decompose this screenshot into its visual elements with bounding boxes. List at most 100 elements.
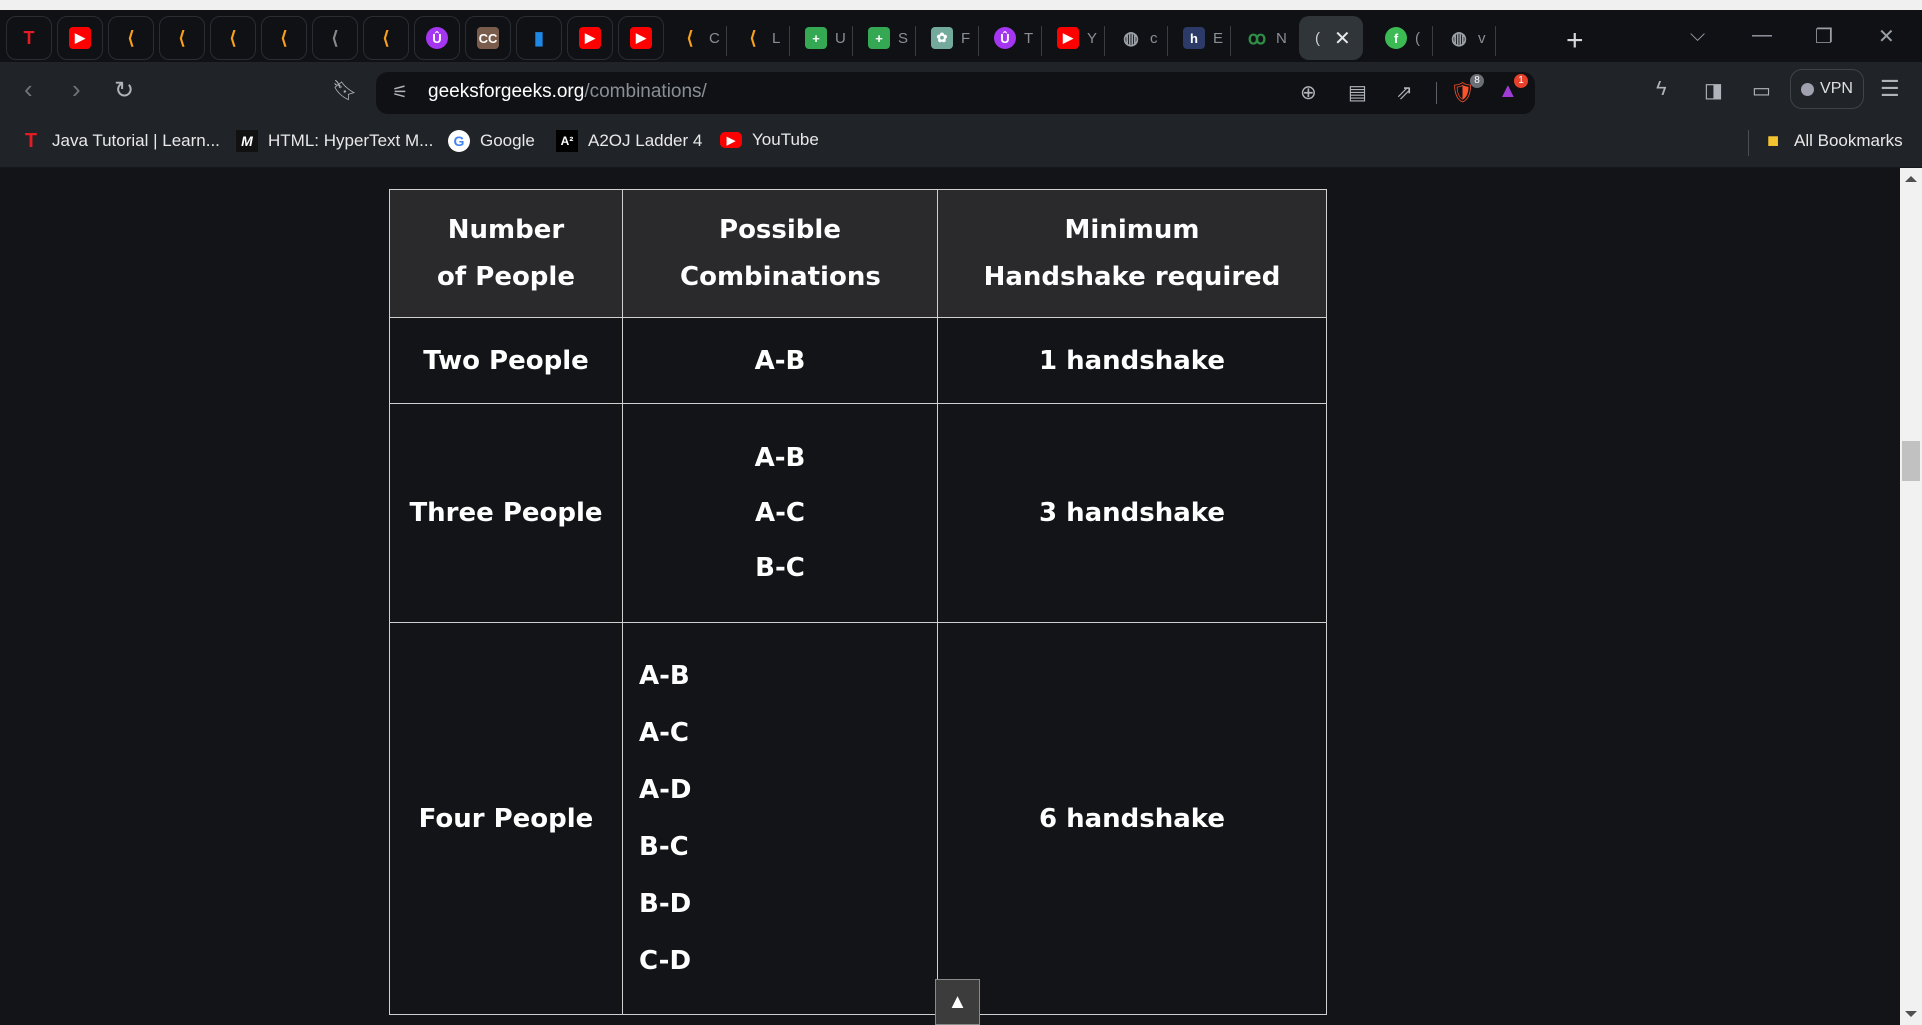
combination-item: A-D (639, 775, 692, 805)
tab[interactable]: ⟨ (363, 16, 409, 60)
tab[interactable]: + S (858, 16, 916, 60)
tab[interactable]: Û (414, 16, 460, 60)
url-path: /combinations/ (584, 81, 707, 102)
leetcode-icon: ⟨ (178, 27, 186, 48)
tab[interactable]: ▶ (567, 16, 613, 60)
tab[interactable]: f( (1375, 16, 1433, 60)
google-sheets-icon: + (868, 27, 890, 49)
wallet-icon[interactable]: ▭ (1752, 78, 1771, 103)
handshakes-cell: 3 handshake (937, 403, 1327, 623)
tab[interactable]: ⟨ (261, 16, 307, 60)
tab-search-chevron-icon[interactable]: ⌵ (1690, 24, 1705, 47)
tab[interactable]: ✿ F (921, 16, 979, 60)
table-row: Three People A-B A-C B-C 3 handshake (389, 403, 1327, 623)
tab[interactable]: ⟨ (159, 16, 205, 60)
tab[interactable]: ▶ (57, 16, 103, 60)
leetcode-icon: ⟨ (686, 27, 694, 48)
title-strip (0, 0, 1922, 10)
restore-button[interactable]: ❐ (1815, 24, 1833, 49)
header-possible-combinations: Possible Combinations (622, 189, 938, 318)
youtube-icon: ▶ (579, 27, 601, 49)
tab[interactable]: ◍ c (1110, 16, 1168, 60)
back-button[interactable]: ‹ (24, 74, 33, 105)
address-bar[interactable]: ⚟ geeksforgeeks.org/combinations/ ⊕ ▤ ⇗ … (376, 72, 1535, 114)
leetcode-icon: ⟨ (382, 27, 390, 48)
bookmark-label: Java Tutorial | Learn... (52, 131, 220, 150)
all-bookmarks-button[interactable]: ■ All Bookmarks (1762, 130, 1903, 152)
header-text: Number of People (437, 214, 575, 292)
bookmark-label: A2OJ Ladder 4 (588, 131, 703, 150)
tab-title: ( (1415, 29, 1420, 47)
bookmark-item[interactable]: M HTML: HyperText M... (236, 130, 433, 152)
zoom-icon[interactable]: ⊕ (1300, 80, 1317, 105)
scroll-up-arrow-icon[interactable] (1905, 176, 1917, 182)
close-tab-icon[interactable]: ✕ (1334, 26, 1351, 51)
close-window-button[interactable]: ✕ (1878, 24, 1895, 49)
folder-icon: ■ (1766, 129, 1780, 152)
tab[interactable]: ⟨ (312, 16, 358, 60)
bookmark-label: HTML: HyperText M... (268, 131, 434, 150)
tab[interactable]: ⟨ (210, 16, 256, 60)
bookmarks-bar: ■ All Bookmarks T Java Tutorial | Learn..… (0, 118, 1922, 168)
bookmark-page-icon[interactable]: 🔖︎ (332, 78, 357, 103)
tab[interactable]: ꝏN (1236, 16, 1294, 60)
globe-icon: ◍ (1451, 27, 1467, 48)
combination-item: C-D (639, 946, 692, 976)
vpn-button[interactable]: VPN (1790, 69, 1864, 109)
udemy-icon: Û (994, 27, 1016, 49)
globe-icon: ◍ (1123, 27, 1139, 48)
menu-icon[interactable]: ☰ (1880, 76, 1900, 102)
leo-ai-icon[interactable]: ϟ (1656, 78, 1667, 101)
tab-strip: + ⌵ — ❐ ✕ T ▶ ⟨ ⟨ ⟨ ⟨ ⟨ ⟨ Û CC ▮ ▶ ▶ ⟨ C ⟨ L + U + S ✿ F Û T ▶ Y ◍ c… (0, 10, 1922, 62)
share-icon[interactable]: ⇗ (1396, 80, 1413, 105)
combination-item: B-C (639, 832, 689, 862)
bookmark-label: YouTube (752, 130, 819, 149)
url-text[interactable]: geeksforgeeks.org/combinations/ (428, 81, 707, 103)
tab[interactable]: ◍ v (1438, 16, 1496, 60)
bookmark-item[interactable]: A² A2OJ Ladder 4 (556, 130, 702, 152)
combination-item: A-C (755, 498, 805, 528)
tab[interactable]: ÛT (984, 16, 1042, 60)
reader-mode-icon[interactable]: ▤ (1348, 80, 1367, 105)
tab-title: c (1150, 29, 1158, 47)
page-scrollbar[interactable] (1900, 168, 1922, 1025)
people-cell: Two People (389, 317, 623, 404)
header-text: Possible Combinations (680, 214, 881, 292)
tab[interactable]: CC (465, 16, 511, 60)
youtube-icon: ▶ (69, 27, 91, 49)
reload-button[interactable]: ↻ (114, 76, 134, 105)
tab[interactable]: ⟨ C (669, 16, 727, 60)
bookmark-item[interactable]: G Google (448, 130, 535, 152)
tab[interactable]: hE (1173, 16, 1231, 60)
tab-title: v (1478, 29, 1486, 47)
scrollbar-thumb[interactable] (1902, 441, 1920, 481)
bookmark-item[interactable]: ▶ YouTube (720, 130, 819, 150)
minimize-button[interactable]: — (1752, 24, 1772, 47)
sidebar-toggle-icon[interactable]: ◨ (1704, 78, 1723, 103)
tab[interactable]: + U (795, 16, 853, 60)
tab[interactable]: T (6, 16, 52, 60)
tab-title: T (1024, 29, 1034, 47)
combination-list: A-B A-C A-D B-C B-D C-D (623, 661, 937, 976)
combination-item: A-C (639, 718, 689, 748)
tab-title: C (709, 29, 720, 47)
site-settings-icon[interactable]: ⚟ (392, 82, 408, 103)
leetcode-icon: ⟨ (749, 27, 757, 48)
leetcode-icon: ⟨ (280, 27, 288, 48)
forward-button[interactable]: › (72, 74, 81, 105)
bookmark-item[interactable]: T Java Tutorial | Learn... (20, 130, 220, 152)
tab-title: F (961, 29, 971, 47)
rewards-count-badge: 1 (1514, 74, 1528, 88)
new-tab-button[interactable]: + (1566, 24, 1584, 58)
tab[interactable]: ⟨ L (732, 16, 790, 60)
geeksforgeeks-icon: ꝏ (1247, 27, 1267, 48)
google-sheets-icon: + (805, 27, 827, 49)
cc-icon: CC (477, 27, 499, 49)
tab[interactable]: (✕ (1299, 16, 1363, 60)
tab[interactable]: ▮ (516, 16, 562, 60)
tab[interactable]: ▶ Y (1047, 16, 1105, 60)
tab[interactable]: ▶ (618, 16, 664, 60)
scroll-down-arrow-icon[interactable] (1905, 1011, 1917, 1017)
scroll-to-top-button[interactable]: ▲ (935, 979, 980, 1025)
tab[interactable]: ⟨ (108, 16, 154, 60)
